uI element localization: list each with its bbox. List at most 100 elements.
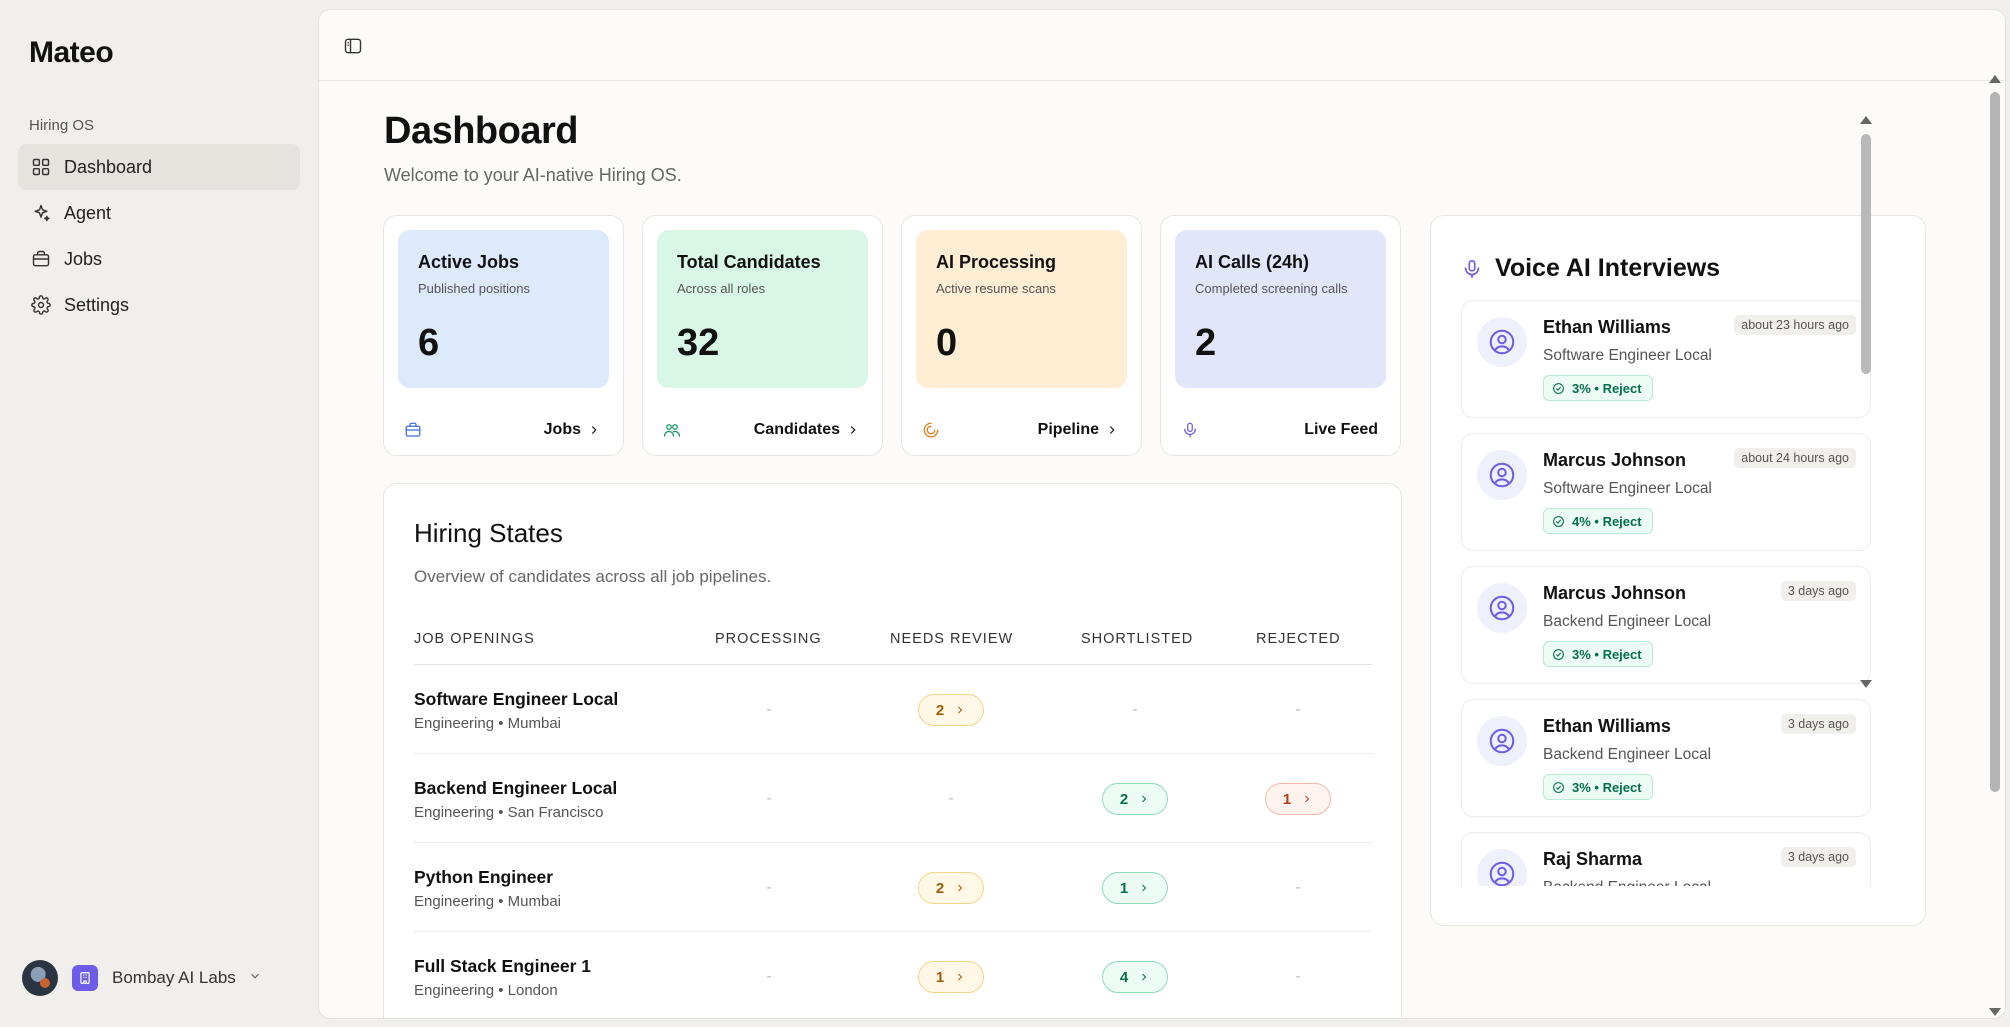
stat-card-ai-processing: AI Processing Active resume scans 0 Pipe… [901,215,1142,456]
scrollbar-thumb[interactable] [1861,134,1871,374]
needs-review-empty: - [948,790,954,807]
stat-title: Active Jobs [418,252,520,272]
count: 2 [935,879,945,897]
stat-footer: Candidates [663,419,860,441]
mic-icon [1464,259,1480,278]
score-label: 3% • Reject [1572,779,1642,795]
chevron-right-icon [958,706,963,714]
table-row[interactable]: Python Engineer Engineering • Mumbai - 2… [414,843,1372,932]
user-circle-icon [1477,849,1527,886]
candidate-role: Backend Engineer Local [1543,613,1712,630]
column-header-job-openings: JOB OPENINGS [414,631,535,647]
scroll-up-arrow-icon[interactable] [1989,75,2001,83]
page-subtitle: Welcome to your AI-native Hiring OS. [384,165,682,185]
nav-section-label: Hiring OS [29,117,95,134]
scroll-down-arrow-icon[interactable] [1860,680,1872,688]
voice-header: Voice AI Interviews [1461,254,1720,283]
stat-card-body: Total Candidates Across all roles 32 [657,230,868,388]
sidebar-item-label: Dashboard [64,156,153,177]
brand-logo: Mateo [29,36,114,69]
candidate-name: Marcus Johnson [1543,583,1687,603]
shortlisted-pill[interactable]: 4 [1102,961,1168,993]
interview-list-scrollbar[interactable] [1856,106,1876,688]
stat-card-ai-calls: AI Calls (24h) Completed screening calls… [1160,215,1401,456]
stat-card-body: AI Calls (24h) Completed screening calls… [1175,230,1386,388]
sidebar-item-label: Jobs [64,248,103,269]
chevron-right-icon [850,426,856,434]
interview-list[interactable]: Ethan Williams Software Engineer Local a… [1461,300,1873,886]
interview-item[interactable]: Raj Sharma Backend Engineer Local 3 days… [1461,832,1871,886]
user-circle-icon [1477,716,1527,766]
top-bar [319,10,2005,81]
stat-value: 2 [1195,322,1217,364]
candidates-link[interactable]: Candidates [754,421,860,439]
mic-icon [1184,422,1196,438]
user-avatar[interactable] [22,960,58,996]
table-row[interactable]: Full Stack Engineer 1 Engineering • Lond… [414,932,1372,1018]
needs-review-pill[interactable]: 2 [918,872,984,904]
rejected-pill[interactable]: 1 [1265,783,1331,815]
candidate-name: Ethan Williams [1543,716,1671,736]
table-row[interactable]: Software Engineer Local Engineering • Mu… [414,665,1372,754]
users-icon [663,424,681,437]
column-header-needs-review: NEEDS REVIEW [890,631,1014,647]
scroll-up-arrow-icon[interactable] [1860,116,1872,124]
shortlisted-pill[interactable]: 2 [1102,783,1168,815]
stat-card-total-candidates: Total Candidates Across all roles 32 Can… [642,215,883,456]
interview-item[interactable]: Ethan Williams Software Engineer Local a… [1461,300,1871,418]
timestamp-badge: about 23 hours ago [1734,315,1856,335]
stat-card-body: AI Processing Active resume scans 0 [916,230,1127,388]
sidebar-toggle-icon[interactable] [343,36,363,56]
timestamp-badge: 3 days ago [1780,847,1856,867]
interview-item[interactable]: Ethan Williams Backend Engineer Local 3 … [1461,699,1871,817]
count: 2 [1119,790,1129,808]
main-panel: Dashboard Welcome to your AI-native Hiri… [318,9,2006,1019]
link-label: Live Feed [1304,421,1378,438]
interview-item[interactable]: Marcus Johnson Backend Engineer Local 3 … [1461,566,1871,684]
stat-value: 0 [936,322,958,364]
timestamp-badge: 3 days ago [1780,581,1856,601]
needs-review-pill[interactable]: 2 [918,694,984,726]
shortlisted-pill[interactable]: 1 [1102,872,1168,904]
sidebar-item-jobs[interactable]: Jobs [18,236,300,282]
stat-value: 32 [677,322,720,364]
needs-review-pill[interactable]: 1 [918,961,984,993]
briefcase-icon [405,422,421,437]
scrollbar-thumb[interactable] [1990,92,2000,792]
candidate-role: Backend Engineer Local [1543,746,1712,763]
jobs-link[interactable]: Jobs [544,421,601,439]
interview-item[interactable]: Marcus Johnson Software Engineer Local a… [1461,433,1871,551]
job-title: Backend Engineer Local [414,778,618,798]
column-header-processing: PROCESSING [715,631,822,647]
chevron-right-icon [1109,426,1115,434]
org-switcher[interactable]: Bombay AI Labs [22,960,282,996]
link-label: Pipeline [1037,421,1099,438]
score-badge: 3% • Reject [1543,375,1653,401]
chevron-right-icon [958,884,963,892]
hiring-states-card: Hiring States Overview of candidates acr… [383,483,1402,1018]
sidebar-item-dashboard[interactable]: Dashboard [18,144,300,190]
stat-title: Total Candidates [677,252,821,272]
job-meta: Engineering • London [414,982,558,999]
sparkle-icon [30,202,52,224]
scroll-down-arrow-icon[interactable] [1989,1008,2001,1016]
sidebar-item-agent[interactable]: Agent [18,190,300,236]
main-scrollbar[interactable] [1985,72,2005,1018]
job-meta: Engineering • San Francisco [414,804,604,821]
count: 1 [1119,879,1129,897]
table-row[interactable]: Backend Engineer Local Engineering • San… [414,754,1372,843]
pipeline-link[interactable]: Pipeline [1038,421,1119,439]
live-feed-link[interactable]: Live Feed [1304,421,1378,439]
stat-description: Across all roles [677,281,766,296]
score-badge: 3% • Reject [1543,641,1653,667]
check-circle-icon [1553,648,1564,660]
candidate-role: Backend Engineer Local [1543,879,1711,886]
link-label: Jobs [543,421,581,438]
processing-empty: - [766,879,772,896]
stat-footer: Live Feed [1181,419,1378,441]
check-circle-icon [1553,781,1564,793]
candidate-role: Software Engineer Local [1543,480,1712,497]
timestamp-badge: 3 days ago [1780,714,1856,734]
sidebar-item-settings[interactable]: Settings [18,282,300,328]
chevron-right-icon [1142,884,1147,892]
